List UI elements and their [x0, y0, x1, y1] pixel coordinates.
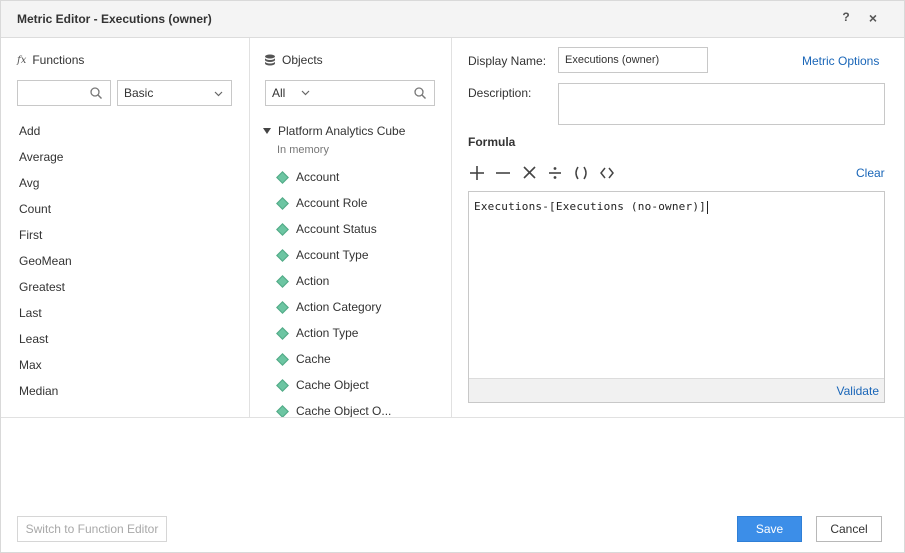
attribute-icon	[276, 352, 289, 366]
formula-editor[interactable]: Executions-[Executions (no-owner)] Valid…	[468, 191, 885, 403]
function-item[interactable]: GeoMean	[19, 254, 72, 280]
attribute-item[interactable]: Action	[276, 268, 405, 294]
help-icon[interactable]: ?	[840, 10, 852, 26]
attribute-item[interactable]: Action Category	[276, 294, 405, 320]
attribute-item[interactable]: Cache Object	[276, 372, 405, 398]
formula-text: Executions-[Executions (no-owner)]	[474, 200, 706, 213]
title-bar: Metric Editor - Executions (owner) ? ×	[1, 1, 904, 38]
close-icon[interactable]: ×	[865, 10, 881, 26]
multiply-icon[interactable]	[520, 165, 538, 181]
search-icon[interactable]	[90, 87, 102, 99]
attribute-item[interactable]: Account Role	[276, 190, 405, 216]
clear-link[interactable]: Clear	[856, 166, 885, 180]
functions-panel: fx Functions Basic Add Average Avg Count…	[1, 38, 250, 417]
fx-icon: fx	[17, 54, 27, 66]
attribute-icon	[276, 404, 289, 417]
attribute-icon	[276, 248, 289, 262]
attribute-item[interactable]: Cache Object O...	[276, 398, 405, 417]
attribute-icon	[276, 196, 289, 210]
validate-link[interactable]: Validate	[837, 384, 879, 398]
cube-status: In memory	[277, 144, 329, 156]
metric-editor-panel: Display Name: Executions (owner) Metric …	[452, 38, 904, 417]
text-caret	[706, 200, 708, 214]
footer-divider	[1, 417, 904, 418]
formula-footer: Validate	[469, 378, 884, 402]
object-filter-value: All	[272, 86, 286, 100]
function-item[interactable]: Count	[19, 202, 72, 228]
object-tree: Platform Analytics Cube In memory Accoun…	[263, 124, 405, 417]
attribute-list: Account Account Role Account Status Acco…	[263, 164, 405, 417]
objects-header: Objects	[264, 53, 323, 67]
function-list: Add Average Avg Count First GeoMean Grea…	[19, 124, 72, 410]
attribute-label: Account Status	[296, 222, 377, 236]
function-category-select[interactable]: Basic	[117, 80, 232, 106]
function-category-value: Basic	[124, 86, 154, 100]
function-item[interactable]: Median	[19, 384, 72, 410]
minus-icon[interactable]	[494, 165, 512, 181]
function-item[interactable]: Last	[19, 306, 72, 332]
function-item[interactable]: Average	[19, 150, 72, 176]
dialog-title: Metric Editor - Executions (owner)	[17, 12, 212, 26]
plus-icon[interactable]	[468, 165, 486, 181]
function-item[interactable]: Avg	[19, 176, 72, 202]
attribute-item[interactable]: Account	[276, 164, 405, 190]
attribute-label: Action Type	[296, 326, 359, 340]
function-item[interactable]: First	[19, 228, 72, 254]
attribute-label: Cache	[296, 352, 331, 366]
description-label: Description:	[468, 86, 532, 100]
attribute-item[interactable]: Account Status	[276, 216, 405, 242]
objects-heading: Objects	[282, 53, 323, 67]
object-filter-select[interactable]: All	[266, 80, 324, 106]
attribute-icon	[276, 222, 289, 236]
cube-name: Platform Analytics Cube	[278, 124, 406, 138]
function-search-box	[17, 80, 111, 106]
attribute-icon	[276, 170, 289, 184]
divide-icon[interactable]	[546, 165, 564, 181]
functions-header: fx Functions	[17, 53, 84, 67]
attribute-icon	[276, 300, 289, 314]
formula-heading: Formula	[468, 135, 516, 149]
save-button[interactable]: Save	[737, 516, 802, 542]
function-item[interactable]: Max	[19, 358, 72, 384]
object-search-box: All	[265, 80, 435, 106]
formula-text-line: Executions-[Executions (no-owner)]	[474, 200, 708, 214]
metric-options-link[interactable]: Metric Options	[802, 54, 879, 68]
display-name-label: Display Name:	[468, 54, 547, 68]
attribute-item[interactable]: Account Type	[276, 242, 405, 268]
switch-to-function-editor-button[interactable]: Switch to Function Editor	[17, 516, 167, 542]
attribute-icon	[276, 326, 289, 340]
description-input[interactable]	[558, 83, 885, 125]
parentheses-icon[interactable]	[572, 165, 590, 181]
attribute-icon	[276, 378, 289, 392]
attribute-icon	[276, 274, 289, 288]
attribute-label: Account Role	[296, 196, 368, 210]
function-item[interactable]: Greatest	[19, 280, 72, 306]
cancel-button[interactable]: Cancel	[816, 516, 882, 542]
objects-panel: Objects All Platform Analytics Cube In m…	[250, 38, 452, 417]
attribute-label: Cache Object	[296, 378, 369, 392]
function-item[interactable]: Least	[19, 332, 72, 358]
attribute-label: Account	[296, 170, 340, 184]
cube-node[interactable]: Platform Analytics Cube	[263, 124, 405, 138]
attribute-item[interactable]: Cache	[276, 346, 405, 372]
attribute-label: Cache Object O...	[296, 404, 392, 417]
attribute-label: Account Type	[296, 248, 369, 262]
attribute-label: Action Category	[296, 300, 382, 314]
expand-triangle-icon[interactable]	[263, 128, 271, 134]
angle-brackets-icon[interactable]	[598, 165, 616, 181]
database-icon	[265, 54, 275, 66]
display-name-value: Executions (owner)	[565, 54, 660, 66]
metric-editor-dialog: Metric Editor - Executions (owner) ? × f…	[0, 0, 905, 553]
attribute-item[interactable]: Action Type	[276, 320, 405, 346]
function-item[interactable]: Add	[19, 124, 72, 150]
display-name-input[interactable]: Executions (owner)	[558, 47, 708, 73]
functions-heading: Functions	[32, 53, 85, 67]
chevron-down-icon	[301, 90, 310, 96]
attribute-label: Action	[296, 274, 330, 288]
chevron-down-icon	[214, 91, 223, 97]
search-icon[interactable]	[414, 87, 426, 99]
